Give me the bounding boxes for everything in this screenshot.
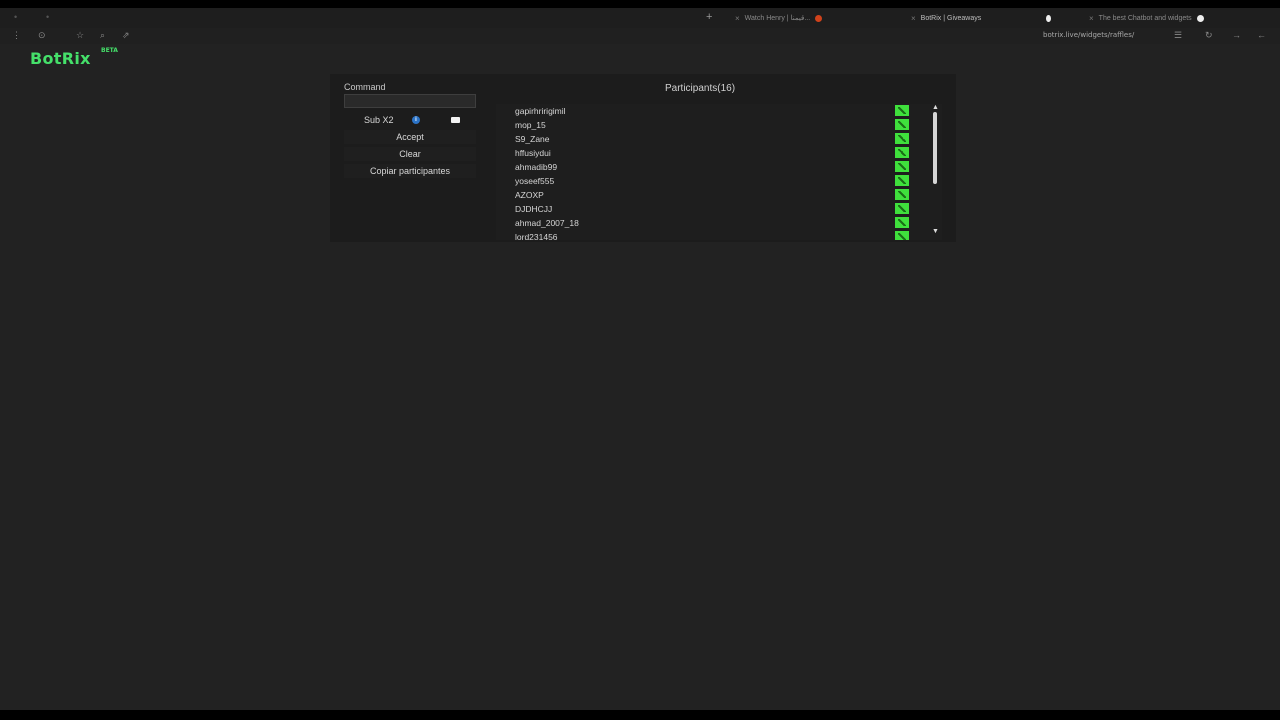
command-label: Command [344,82,386,92]
window-control-dot[interactable]: • [46,12,49,22]
participant-name: DJDHCJJ [515,204,553,214]
info-icon[interactable]: i [412,116,420,124]
tab-favicon-icon [1046,14,1051,22]
botrix-logo[interactable]: BotRix [30,49,91,68]
letterbox-top [0,0,1280,8]
clear-button[interactable]: Clear [344,147,476,161]
kick-icon [895,161,909,172]
participant-name: gapirhririgimil [515,106,566,116]
scrollbar-thumb[interactable] [933,112,937,184]
kick-icon [895,189,909,200]
list-item[interactable]: mop_15 [496,118,916,132]
tab-list-icon[interactable]: ☰ [1174,30,1182,41]
list-item[interactable]: DJDHCJJ [496,202,916,216]
participant-name: AZOXP [515,190,544,200]
sub-x2-checkbox[interactable] [451,117,460,123]
reload-icon[interactable]: ↻ [1205,30,1213,41]
kick-icon [895,231,909,240]
extensions-icon[interactable]: ⊙ [38,30,46,41]
bookmark-star-icon[interactable]: ☆ [76,30,84,41]
participant-name: yoseef555 [515,176,555,186]
kick-icon [895,119,909,130]
copy-participants-button[interactable]: Copiar participantes [344,164,476,178]
list-item[interactable]: lord231456 [496,230,916,240]
participants-list[interactable]: gapirhririgimil mop_15 S9_Zane hffusiydu… [496,104,942,240]
list-item[interactable]: yoseef555 [496,174,916,188]
tab-favicon-icon [1196,14,1204,22]
list-item[interactable]: hffusiydui [496,146,916,160]
participant-name: mop_15 [515,120,546,130]
list-scrollbar[interactable]: ▲ ▼ [930,104,940,240]
participant-name: S9_Zane [515,134,550,144]
kick-icon [895,147,909,158]
participants-title: Participants(16) [665,83,736,94]
participant-name: ahmadib99 [515,162,558,172]
sub-x2-row: Sub X2 i [344,113,476,127]
browser-tab[interactable]: × Watch Henry | قيمنا... [735,11,895,25]
raffle-controls: Command Sub X2 i Accept Clear Copiar par… [344,82,476,178]
browser-tab[interactable]: × The best Chatbot and widgets [1089,11,1249,25]
page-content: BotRix BETA Command Sub X2 i Accept Clea… [0,44,1280,710]
scroll-down-icon[interactable]: ▼ [932,228,939,235]
browser-tab-bar: • • + × Watch Henry | قيمنا... × BotRix … [0,8,1280,28]
list-item[interactable]: S9_Zane [496,132,916,146]
list-item[interactable]: ahmadib99 [496,160,916,174]
beta-badge: BETA [101,47,118,54]
list-item[interactable]: ahmad_2007_18 [496,216,916,230]
tab-favicon-icon [815,14,823,22]
zoom-icon[interactable]: ⌕ [100,30,105,41]
command-input[interactable] [344,94,476,108]
kick-icon [895,217,909,228]
close-tab-icon[interactable]: × [735,14,740,23]
scroll-up-icon[interactable]: ▲ [932,104,939,111]
browser-tab-active[interactable]: × BotRix | Giveaways [911,11,1051,25]
menu-dots-icon[interactable]: ⋮ [12,30,21,41]
new-tab-plus-icon[interactable]: + [706,11,712,23]
close-tab-icon[interactable]: × [911,14,916,23]
raffle-widget: Command Sub X2 i Accept Clear Copiar par… [330,74,956,242]
browser-toolbar: ⋮ ⊙ ☆ ⌕ ⇗ botrix.live/widgets/raffles/ ☰… [0,28,1280,44]
share-icon[interactable]: ⇗ [122,30,130,41]
back-icon[interactable]: ← [1257,30,1266,40]
list-item[interactable]: gapirhririgimil [496,104,916,118]
kick-icon [895,105,909,116]
participant-name: ahmad_2007_18 [515,218,579,228]
kick-icon [895,175,909,186]
forward-icon[interactable]: → [1232,30,1241,40]
participant-name: hffusiydui [515,148,551,158]
close-tab-icon[interactable]: × [1089,14,1094,23]
kick-icon [895,133,909,144]
address-bar[interactable]: botrix.live/widgets/raffles/ [1043,31,1134,39]
letterbox-bottom [0,710,1280,720]
tab-title: BotRix | Giveaways [920,14,982,22]
tab-title: The best Chatbot and widgets [1098,14,1192,22]
participant-name: lord231456 [515,232,558,240]
accept-button[interactable]: Accept [344,130,476,144]
window-control-dot[interactable]: • [14,12,17,22]
tab-title: Watch Henry | قيمنا... [744,15,811,22]
kick-icon [895,203,909,214]
sub-x2-label: Sub X2 [364,115,394,125]
list-item[interactable]: AZOXP [496,188,916,202]
